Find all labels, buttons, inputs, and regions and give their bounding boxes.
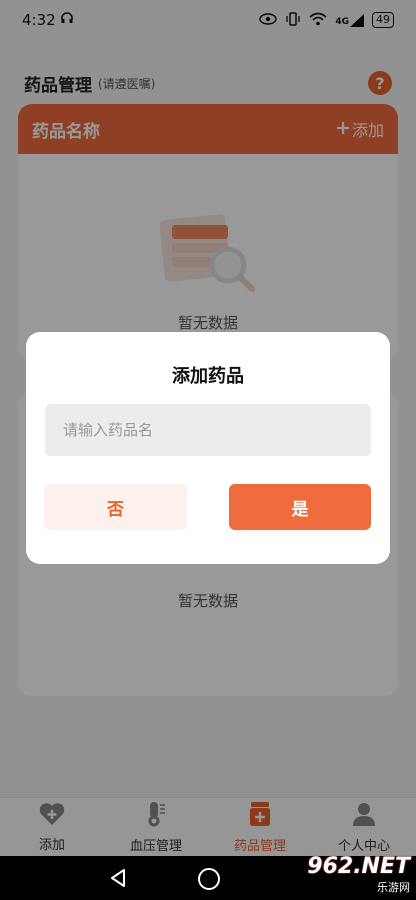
no-button[interactable]: 否 — [44, 484, 187, 530]
watermark-sub: 乐游网 — [377, 880, 410, 894]
home-circle-icon[interactable] — [198, 868, 220, 890]
watermark-main: 962.NET — [307, 853, 410, 879]
medicine-name-input[interactable] — [45, 404, 371, 456]
add-medicine-dialog: 添加药品 否 是 — [26, 332, 390, 564]
back-triangle-icon[interactable] — [110, 869, 126, 891]
dialog-title: 添加药品 — [172, 366, 244, 387]
yes-button[interactable]: 是 — [229, 484, 371, 530]
watermark-logo: 962.NET 乐游网 — [270, 850, 410, 898]
